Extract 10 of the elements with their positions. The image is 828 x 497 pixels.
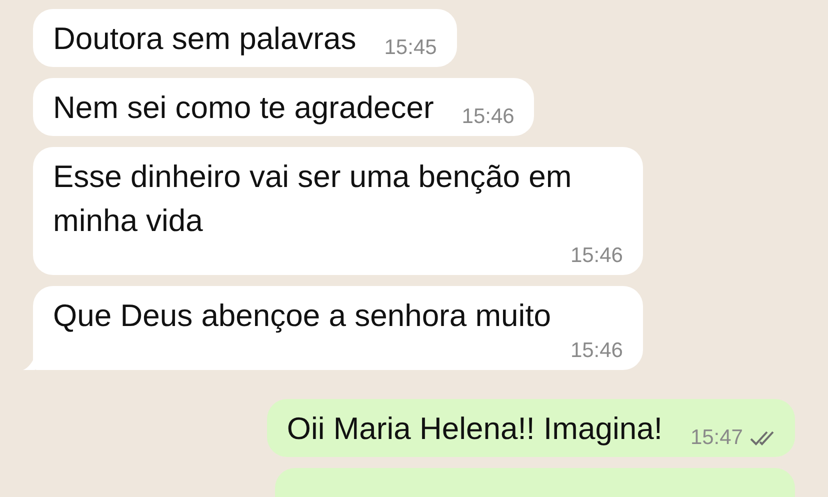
message-time: 15:47	[690, 425, 743, 451]
message-time: 15:46	[570, 243, 623, 269]
message-text: Nem sei como te agradecer	[53, 89, 434, 127]
message-text: Oii Maria Helena!! Imagina!	[286, 410, 662, 448]
message-text: Que Deus abençoe a senhora muito	[53, 297, 552, 335]
message-text: Esse dinheiro vai ser uma benção em minha vida	[53, 158, 573, 240]
message-time: 15:46	[570, 338, 623, 364]
message-time: 15:46	[462, 104, 514, 130]
message-time: 15:45	[384, 35, 437, 61]
message-text: Doutora sem palavras	[53, 20, 356, 58]
